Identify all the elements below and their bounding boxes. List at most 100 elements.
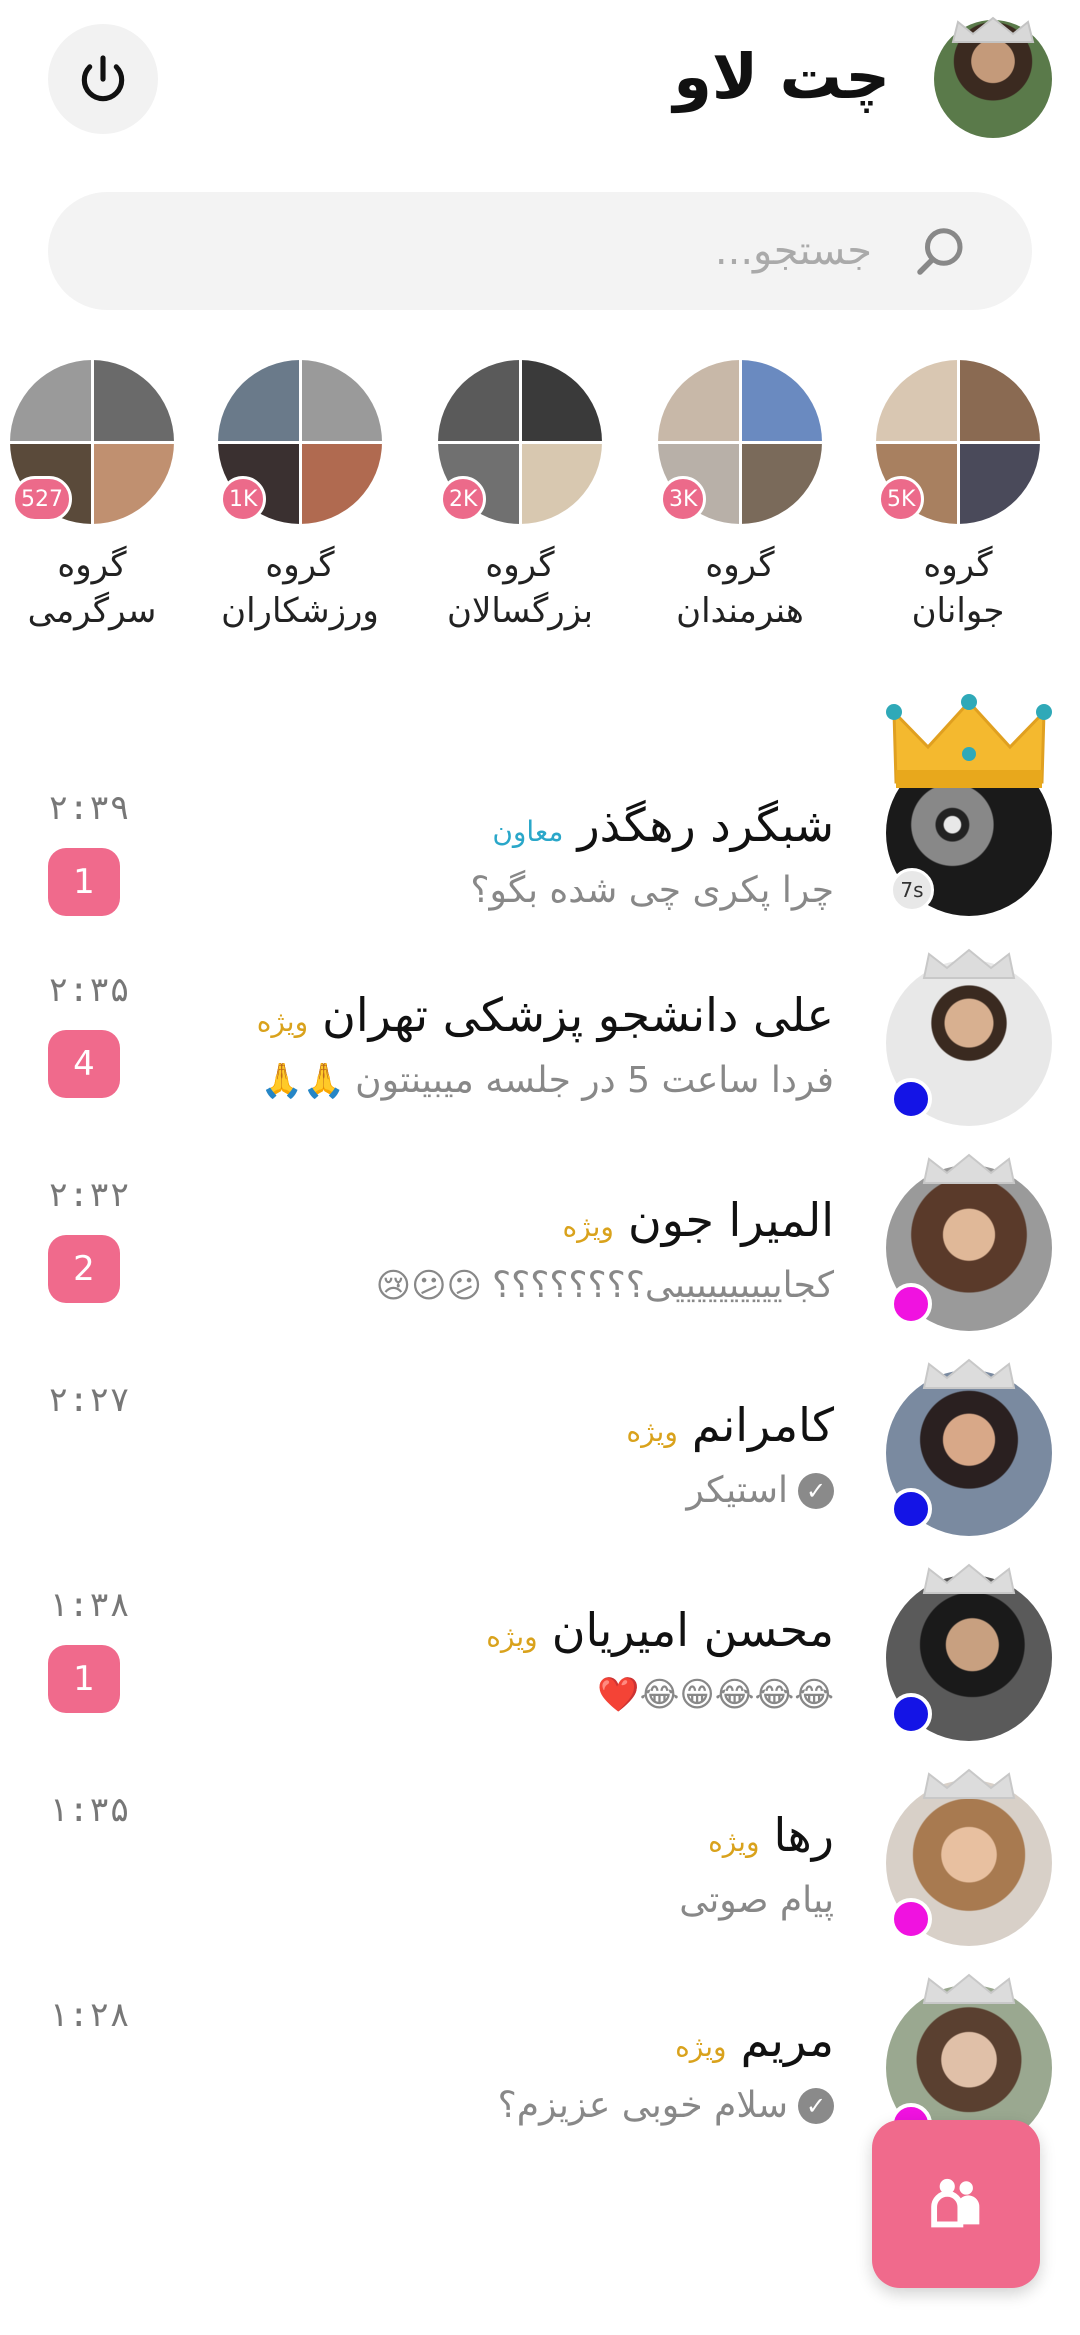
online-status-dot — [890, 1488, 932, 1530]
chat-item[interactable]: مریم ویژه ✓ سلام خوبی عزیزم؟ ۱:۲۸ — [0, 1955, 1080, 2151]
contact-name: محسن امیریان — [551, 1603, 834, 1657]
contact-name: مریم — [740, 2013, 834, 2067]
group-item-athletes[interactable]: 1K گروه ورزشکاران — [200, 360, 400, 634]
member-count-badge: 527 — [12, 476, 72, 522]
message-time: ۲:۲۷ — [48, 1380, 130, 1420]
last-message: ✓ سلام خوبی عزیزم؟ — [498, 2085, 834, 2126]
group-name: گروه سرگرمی — [27, 545, 157, 631]
emoji: 😂😂😂😁😂❤️ — [597, 1675, 834, 1715]
vip-badge: ویژه — [708, 1825, 760, 1858]
group-carousel: 5K گروه جوانان 3K گروه هنرمندان 2K گروه بزر… — [0, 360, 1080, 660]
message-time: ۲:۳۲ — [48, 1175, 130, 1215]
member-count-badge: 2K — [440, 476, 487, 522]
emoji: 🙏🙏 — [260, 1060, 346, 1101]
message-time: ۱:۲۸ — [48, 1995, 130, 2035]
crown-icon — [922, 1358, 1016, 1389]
vip-badge: ویژه — [562, 1210, 614, 1243]
member-count-badge: 3K — [660, 476, 707, 522]
unread-count-badge: 1 — [48, 848, 120, 916]
chat-item[interactable]: علی دانشجو پزشکی تهران ویژه فردا ساعت 5 … — [0, 930, 1080, 1126]
vip-badge: ویژه — [486, 1620, 538, 1653]
read-check-icon: ✓ — [798, 1472, 834, 1509]
crown-icon — [951, 16, 1035, 43]
chat-item[interactable]: کامرانم ویژه ✓ استیکر ۲:۲۷ — [0, 1340, 1080, 1536]
online-status-dot — [890, 1898, 932, 1940]
story-timer-badge: 7s — [890, 868, 934, 912]
chat-title: رها ویژه — [708, 1808, 834, 1862]
app-header: چت لاو — [0, 0, 1080, 180]
last-message: فردا ساعت 5 در جلسه میبینتون 🙏🙏 — [260, 1060, 834, 1101]
chat-title: شبگرد رهگذر معاون — [492, 798, 834, 852]
unread-count-badge: 4 — [48, 1030, 120, 1098]
contact-name: علی دانشجو پزشکی تهران — [322, 988, 834, 1042]
search-input[interactable] — [172, 192, 872, 310]
search-icon — [917, 228, 963, 275]
role-badge: معاون — [492, 815, 564, 848]
group-avatar: 527 — [10, 360, 174, 524]
chat-title: علی دانشجو پزشکی تهران ویژه — [257, 988, 834, 1042]
group-item-entertainment[interactable]: 527 گروه سرگرمی — [0, 360, 192, 634]
power-icon — [81, 55, 125, 102]
crown-icon — [922, 948, 1016, 979]
search-bar[interactable] — [48, 192, 1032, 310]
last-message: ✓ استیکر — [686, 1470, 834, 1511]
chat-item[interactable]: المیرا جون ویژه کجاییییییییییی؟؟؟؟؟؟؟؟ 😕😕… — [0, 1135, 1080, 1331]
contact-name: رها — [773, 1808, 835, 1862]
group-item-artists[interactable]: 3K گروه هنرمندان — [640, 360, 840, 634]
new-group-icon — [931, 2178, 980, 2228]
member-count-badge: 5K — [878, 476, 925, 522]
message-time: ۲:۳۵ — [48, 970, 130, 1010]
profile-avatar[interactable] — [934, 16, 1052, 138]
contact-name: کامرانم — [691, 1398, 834, 1452]
message-time: ۱:۳۸ — [48, 1585, 130, 1625]
app-title: چت لاو — [673, 40, 890, 113]
chat-title: المیرا جون ویژه — [563, 1193, 834, 1247]
group-avatar: 5K — [876, 360, 1040, 524]
crown-icon — [922, 1768, 1016, 1799]
unread-count-badge: 1 — [48, 1645, 120, 1713]
message-time: ۲:۳۹ — [48, 788, 130, 828]
read-check-icon: ✓ — [798, 2087, 834, 2124]
group-name: گروه هنرمندان — [676, 545, 804, 631]
last-message: 😂😂😂😁😂❤️ — [597, 1675, 834, 1715]
power-button[interactable] — [48, 24, 158, 134]
unread-count-badge: 2 — [48, 1235, 120, 1303]
group-item-youth[interactable]: 5K گروه جوانان — [858, 360, 1058, 634]
group-name: گروه جوانان — [911, 545, 1005, 631]
group-avatar: 1K — [218, 360, 382, 524]
last-message: کجاییییییییییی؟؟؟؟؟؟؟؟ 😕😕😢 — [375, 1265, 834, 1306]
online-status-dot — [890, 1078, 932, 1120]
chat-item[interactable]: محسن امیریان ویژه 😂😂😂😁😂❤️ ۱:۳۸ 1 — [0, 1545, 1080, 1741]
crown-icon — [922, 1563, 1016, 1594]
chat-avatar: 7s — [886, 694, 1052, 916]
chat-avatar — [886, 948, 1052, 1126]
new-group-button[interactable] — [872, 2120, 1040, 2288]
group-item-adults[interactable]: 2K گروه بزرگسالان — [420, 360, 620, 634]
vip-badge: ویژه — [675, 2030, 727, 2063]
contact-name: شبگرد رهگذر — [577, 798, 834, 852]
vip-badge: ویژه — [626, 1415, 678, 1448]
chat-avatar — [886, 1563, 1052, 1741]
last-message: چرا پکری چی شده بگو؟ — [470, 870, 834, 911]
crown-icon — [922, 1153, 1016, 1184]
crown-icon — [886, 694, 1052, 788]
chat-item[interactable]: رها ویژه پیام صوتی ۱:۳۵ — [0, 1750, 1080, 1946]
chat-avatar — [886, 1358, 1052, 1536]
chat-item[interactable]: 7s شبگرد رهگذر معاون چرا پکری چی شده بگو… — [0, 694, 1080, 916]
message-time: ۱:۳۵ — [48, 1790, 130, 1830]
vip-badge: ویژه — [256, 1005, 309, 1038]
member-count-badge: 1K — [220, 476, 267, 522]
group-avatar: 3K — [658, 360, 822, 524]
emoji: 😕😕😢 — [375, 1265, 482, 1306]
group-name: گروه بزرگسالان — [447, 545, 593, 631]
chat-title: مریم ویژه — [675, 2013, 834, 2067]
online-status-dot — [890, 1283, 932, 1325]
online-status-dot — [890, 1693, 932, 1735]
chat-avatar — [886, 1153, 1052, 1331]
chat-title: کامرانم ویژه — [626, 1398, 834, 1452]
last-message: پیام صوتی — [679, 1880, 834, 1921]
chat-title: محسن امیریان ویژه — [486, 1603, 834, 1657]
group-name: گروه ورزشکاران — [221, 545, 379, 631]
chat-avatar — [886, 1768, 1052, 1946]
contact-name: المیرا جون — [627, 1193, 834, 1247]
